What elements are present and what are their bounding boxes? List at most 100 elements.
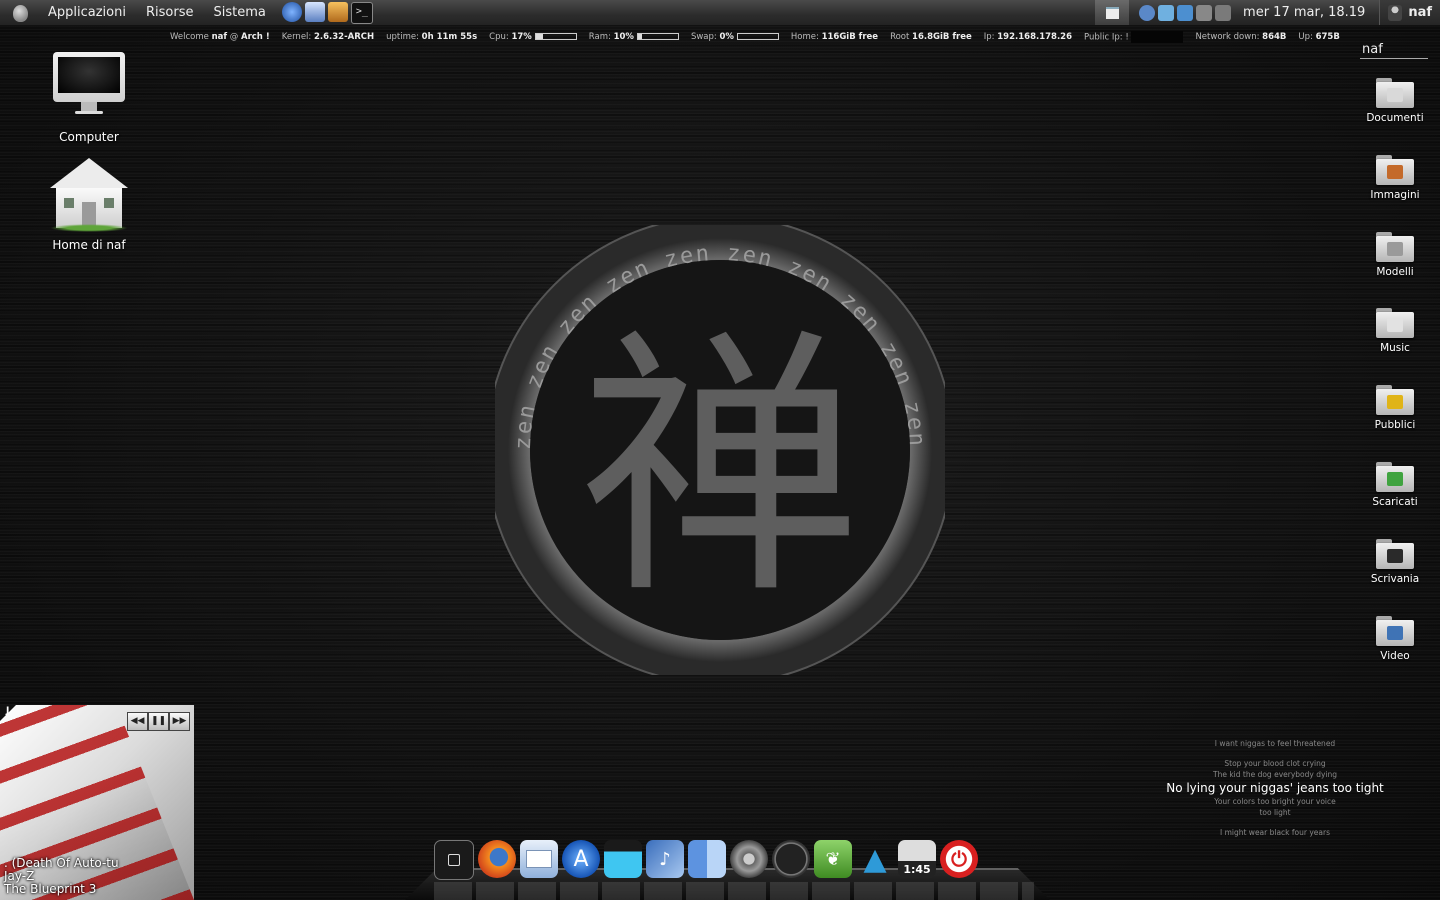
- folder-modelli[interactable]: Modelli: [1360, 232, 1430, 278]
- dropbox-icon[interactable]: [1158, 4, 1175, 21]
- folder-label: Video: [1380, 650, 1410, 662]
- pictures-emblem-icon: [1387, 165, 1403, 179]
- next-track-button[interactable]: ▶▶: [169, 712, 190, 731]
- folder-music[interactable]: Music: [1360, 308, 1430, 354]
- conky-welcome: Welcome naf @ Arch !: [170, 32, 270, 42]
- cpu-bar: [534, 33, 577, 40]
- web-browser-icon[interactable]: [281, 1, 302, 22]
- itunes-icon[interactable]: ♪: [646, 840, 684, 878]
- swap-bar: [736, 33, 779, 40]
- folder-pubblici[interactable]: Pubblici: [1360, 385, 1430, 431]
- arch-icon[interactable]: ▲: [856, 840, 894, 878]
- folder-icon: [1376, 232, 1414, 262]
- folder-label: Scaricati: [1372, 496, 1418, 508]
- video-editor-icon[interactable]: [604, 840, 642, 878]
- connection-icon[interactable]: [1196, 4, 1213, 21]
- music-player-widget: J ◀◀ ❚❚ ▶▶ . (Death Of Auto-tu Jay-Z The…: [0, 705, 194, 900]
- tray-icons: [1139, 4, 1232, 21]
- quicksilver-icon[interactable]: [434, 840, 474, 880]
- conky-cpu: Cpu: 17%: [489, 32, 577, 42]
- finder-icon[interactable]: [688, 840, 726, 878]
- conky-home: Home: 116GiB free: [791, 32, 878, 42]
- track-album: The Blueprint 3: [4, 882, 97, 896]
- lyrics-current-line: No lying your niggas' jeans too tight: [1166, 781, 1384, 795]
- lyrics-line: I want niggas to feel threatened: [1214, 739, 1336, 748]
- conky-ip: Ip: 192.168.178.26: [984, 32, 1072, 42]
- zen-wallpaper-logo: zen zen zen zen zen zen zen zen zen zen …: [495, 225, 945, 675]
- system-preferences-icon[interactable]: [730, 840, 768, 878]
- conky-net-up-label: Up:: [1298, 32, 1313, 42]
- folder-label: Modelli: [1376, 266, 1414, 278]
- desktop-icon-label: Computer: [59, 130, 119, 144]
- top-panel: Applicazioni Risorse Sistema >_ mer 17 m…: [0, 0, 1440, 26]
- search-input[interactable]: [1360, 40, 1428, 59]
- conky-swap-label: Swap:: [690, 32, 717, 42]
- user-switcher[interactable]: naf: [1379, 0, 1440, 25]
- network-manager-icon[interactable]: [1139, 4, 1156, 21]
- panel-clock[interactable]: mer 17 mar, 18.19: [1239, 5, 1379, 20]
- mail-icon[interactable]: [520, 840, 558, 878]
- zen-kanji: 禅: [580, 306, 860, 632]
- conky-swap-value: 0%: [719, 32, 734, 42]
- folder-icon: [1376, 155, 1414, 185]
- clock-icon[interactable]: [772, 840, 810, 878]
- ram-bar: [636, 33, 679, 40]
- folder-icon: [1376, 539, 1414, 569]
- pause-button[interactable]: ❚❚: [148, 712, 169, 731]
- gnome-foot-icon[interactable]: [10, 3, 32, 23]
- update-notifier-icon[interactable]: [1177, 4, 1194, 21]
- folder-scrivania[interactable]: Scrivania: [1360, 539, 1430, 585]
- lyrics-line: too light: [1259, 808, 1291, 817]
- desktop-icon: [1105, 6, 1119, 19]
- conky-monitor: Welcome naf @ Arch ! Kernel: 2.6.32-ARCH…: [170, 30, 1340, 44]
- conky-cpu-value: 17%: [511, 32, 532, 42]
- player-controls: ◀◀ ❚❚ ▶▶: [127, 712, 190, 731]
- folder-video[interactable]: Video: [1360, 616, 1430, 662]
- conky-user: naf: [211, 32, 228, 42]
- conky-net-up: Up: 675B: [1298, 32, 1339, 42]
- power-icon[interactable]: ⏻: [940, 840, 978, 878]
- track-info: . (Death Of Auto-tu Jay-Z The Blueprint …: [4, 857, 119, 896]
- leaf-icon[interactable]: ❦: [814, 840, 852, 878]
- menu-risorse[interactable]: Risorse: [136, 5, 204, 20]
- lyrics-line: I might wear black four years: [1219, 828, 1331, 837]
- terminal-icon[interactable]: >_: [350, 1, 373, 24]
- public-ip-redacted: [1131, 31, 1184, 43]
- desktop-icon-home[interactable]: Home di naf: [34, 158, 144, 252]
- conky-uptime: uptime: 0h 11m 55s: [386, 32, 477, 42]
- desktop-icon-computer[interactable]: Computer: [34, 52, 144, 144]
- gimp-icon[interactable]: [327, 1, 348, 22]
- conky-uptime-label: uptime:: [386, 32, 419, 42]
- home-folder-icon: [50, 158, 128, 234]
- menu-sistema[interactable]: Sistema: [203, 5, 275, 20]
- conky-ram-value: 10%: [613, 32, 634, 42]
- folder-icon: [1376, 462, 1414, 492]
- show-desktop-button[interactable]: [1095, 0, 1130, 25]
- dock-reflection: [434, 882, 1034, 900]
- conky-kernel: Kernel: 2.6.32-ARCH: [282, 32, 374, 42]
- lyrics-line: Stop your blood clot crying: [1224, 759, 1326, 768]
- user-name: naf: [1408, 5, 1432, 20]
- ram-bar-fill: [637, 34, 642, 39]
- menu-applicazioni[interactable]: Applicazioni: [38, 5, 136, 20]
- documents-emblem-icon: [1387, 88, 1403, 102]
- music-emblem-icon: [1387, 318, 1403, 332]
- volume-icon[interactable]: [1215, 4, 1232, 21]
- mail-icon[interactable]: [304, 1, 325, 22]
- folder-icon: [1376, 385, 1414, 415]
- folder-scaricati[interactable]: Scaricati: [1360, 462, 1430, 508]
- conky-home-value: 116GiB free: [821, 32, 879, 42]
- app-store-icon[interactable]: A: [562, 840, 600, 878]
- calendar-icon[interactable]: 1:45: [898, 840, 936, 878]
- lyrics-widget: I want niggas to feel threatened Stop yo…: [1150, 738, 1400, 838]
- previous-track-button[interactable]: ◀◀: [127, 712, 148, 731]
- download-emblem-icon: [1387, 472, 1403, 486]
- folder-immagini[interactable]: Immagini: [1360, 155, 1430, 201]
- firefox-icon[interactable]: [478, 840, 516, 878]
- conky-home-label: Home:: [790, 32, 819, 42]
- user-avatar-icon: [1388, 4, 1403, 21]
- conky-root-value: 16.8GiB free: [912, 32, 972, 42]
- folder-icon: [1376, 78, 1414, 108]
- folder-documenti[interactable]: Documenti: [1360, 78, 1430, 124]
- conky-net-down-value: 864B: [1262, 32, 1287, 42]
